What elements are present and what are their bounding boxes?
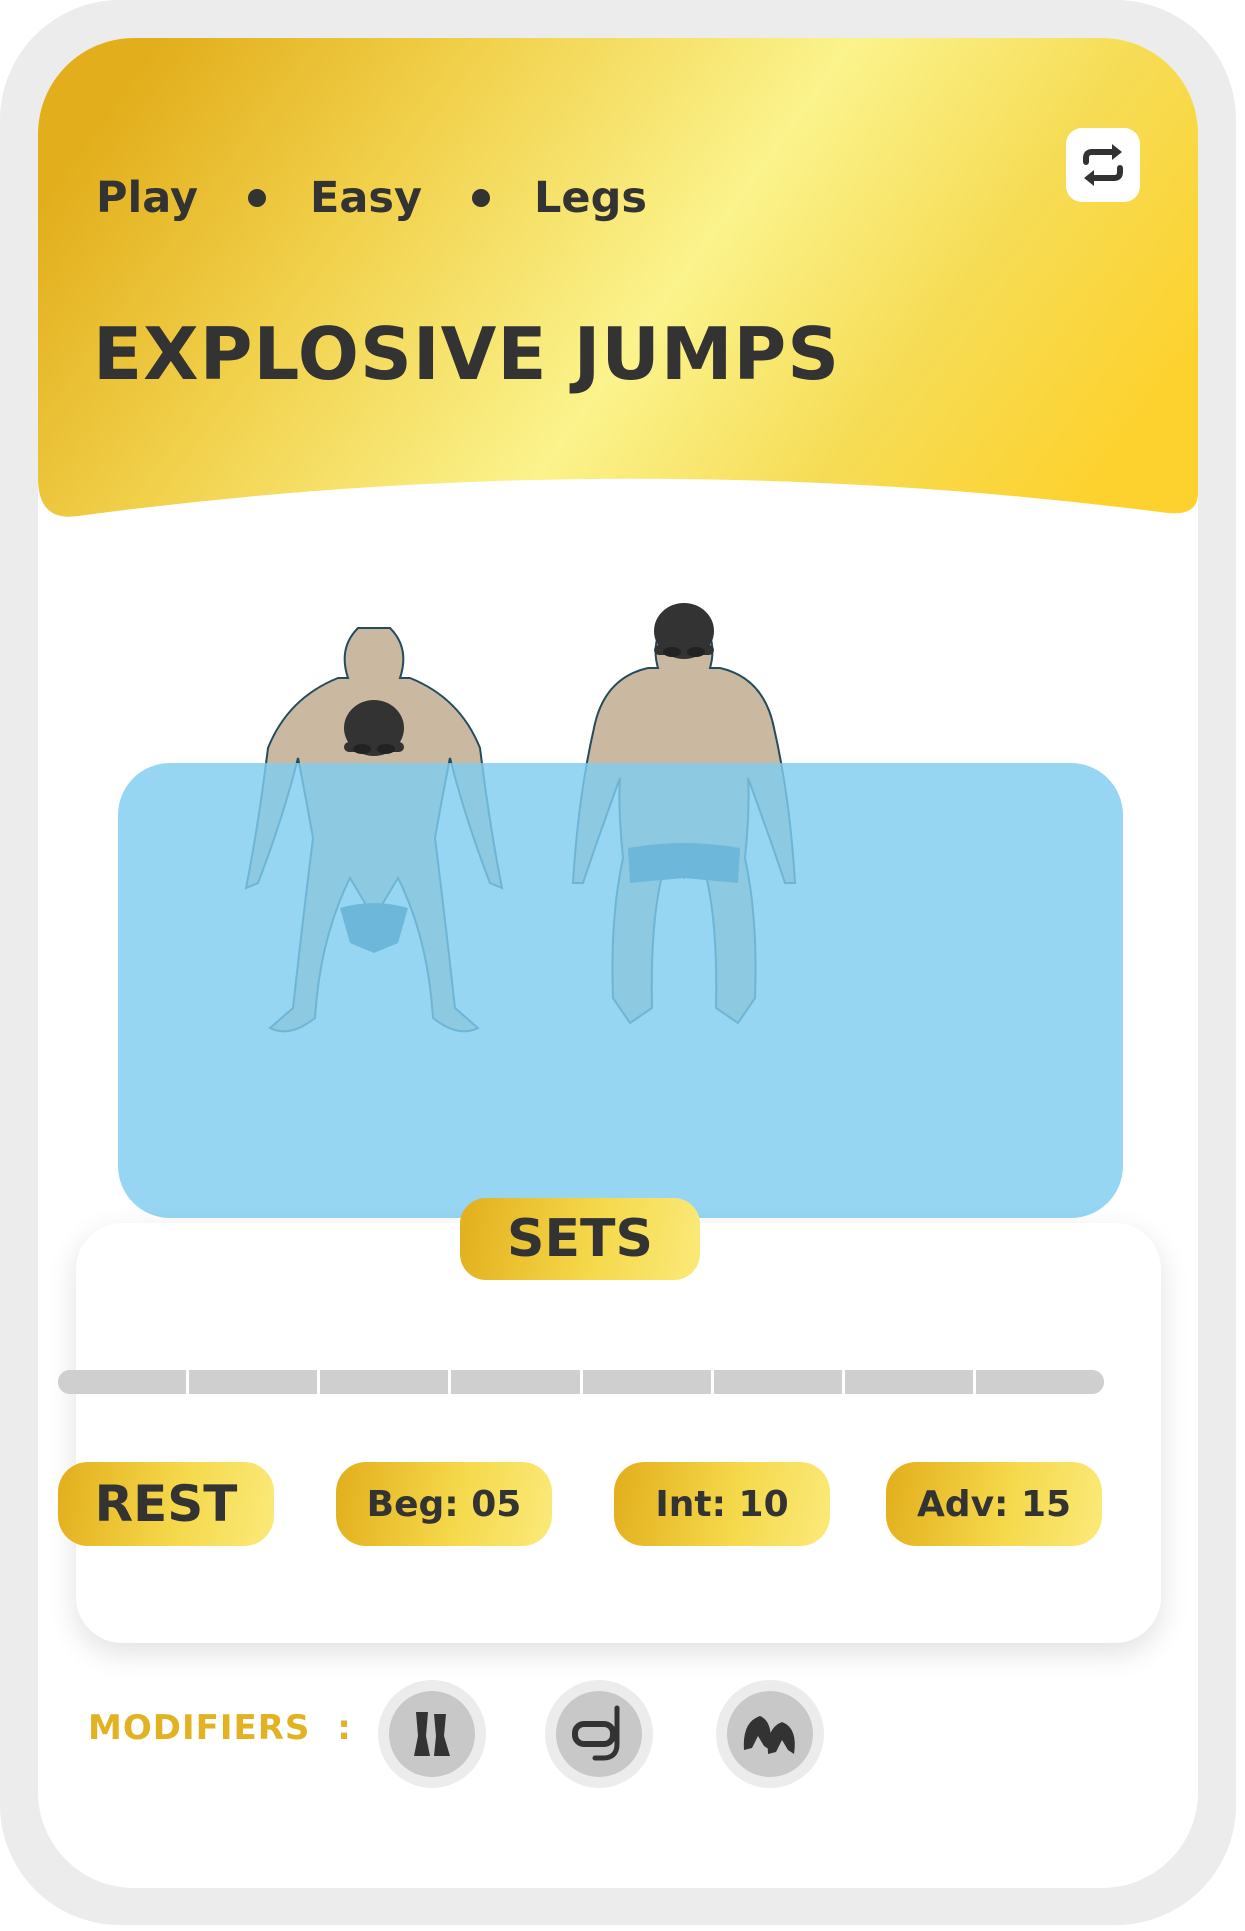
progress-segment: [710, 1370, 842, 1394]
level-advanced-button[interactable]: Adv: 15: [886, 1462, 1102, 1546]
level-intermediate-button[interactable]: Int: 10: [614, 1462, 830, 1546]
hand-paddles-icon: [743, 1716, 795, 1754]
sets-panel: [76, 1223, 1161, 1643]
fins-icon: [414, 1712, 450, 1756]
exercise-card: Play Easy Legs EXPLOSIVE JUMPS: [38, 38, 1198, 1888]
sets-progress-bar: [58, 1370, 1104, 1394]
exercise-illustration: [118, 603, 1123, 1218]
snorkel-mask-icon: [572, 1705, 620, 1761]
water-area: [118, 763, 1123, 1218]
progress-segment: [841, 1370, 973, 1394]
progress-segment: [186, 1370, 318, 1394]
modifier-fins-button[interactable]: [378, 1680, 486, 1788]
rest-button[interactable]: REST: [58, 1462, 274, 1546]
modifiers-label-text: MODIFIERS: [88, 1708, 311, 1748]
modifiers-separator: :: [337, 1708, 352, 1748]
modifier-paddles-button[interactable]: [716, 1680, 824, 1788]
progress-segment: [579, 1370, 711, 1394]
sets-label: SETS: [460, 1198, 700, 1280]
level-beginner-button[interactable]: Beg: 05: [336, 1462, 552, 1546]
progress-segment: [317, 1370, 449, 1394]
modifiers-label: MODIFIERS :: [88, 1708, 352, 1748]
progress-segment: [448, 1370, 580, 1394]
progress-segment: [58, 1370, 187, 1394]
modifier-snorkel-button[interactable]: [545, 1680, 653, 1788]
progress-segment: [972, 1370, 1104, 1394]
